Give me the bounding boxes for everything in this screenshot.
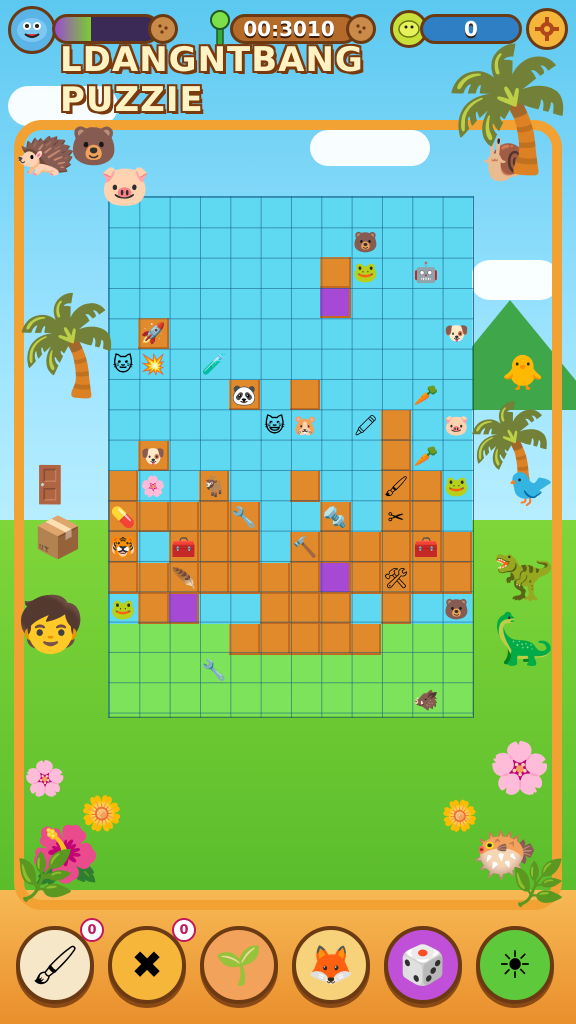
tool-count-badge: 0	[80, 918, 104, 942]
orange-dino-decoration: 🦖	[492, 545, 556, 604]
creature-tool-icon: 🦊	[307, 942, 355, 987]
sprout-tool-button[interactable]: 🌱	[200, 926, 278, 1004]
sun-tool-icon: ☀	[497, 943, 533, 987]
sprout-tool-icon: 🌱	[215, 942, 263, 987]
progress-fill	[55, 17, 91, 41]
pink-flower-decoration: 🌸	[488, 738, 552, 797]
palm-tree-decoration: 🌴	[433, 40, 576, 179]
tool-count-badge: 0	[172, 918, 196, 942]
board-grid	[108, 196, 474, 718]
dice-tool-icon: 🎲	[399, 942, 447, 987]
leafy-bush-decoration: 🌿	[510, 858, 566, 909]
creature-tool-button[interactable]: 🦊	[292, 926, 370, 1004]
blue-bird-decoration: 🐦	[507, 464, 555, 509]
cross-tool-icon: ✖	[131, 943, 163, 987]
orange-kid-decoration: 🧒	[17, 593, 85, 656]
timer-readout: 00:3010	[243, 17, 335, 41]
leafy-bush-decoration: 🌿	[15, 847, 75, 904]
orange-dino-decoration: 🦕	[492, 609, 556, 668]
dice-tool-button[interactable]: 🎲	[384, 926, 462, 1004]
orange-chick-decoration: 🐥	[501, 353, 545, 393]
smiling-fish-avatar-icon	[8, 6, 56, 54]
white-flower-decoration: 🌼	[80, 794, 124, 834]
pink-flower-decoration: 🌸	[23, 759, 67, 799]
pink-pig-decoration: 🐷	[100, 162, 150, 209]
orange-critter-decoration: 🦔	[14, 122, 78, 181]
palm-tree-decoration: 🌴	[7, 288, 127, 401]
wooden-fence-decoration: 🚪	[27, 465, 73, 506]
purple-crate-decoration: 📦	[33, 514, 83, 561]
paintbrush-tool-icon: 🖌	[30, 942, 80, 987]
sun-tool-button[interactable]: ☀	[476, 926, 554, 1004]
